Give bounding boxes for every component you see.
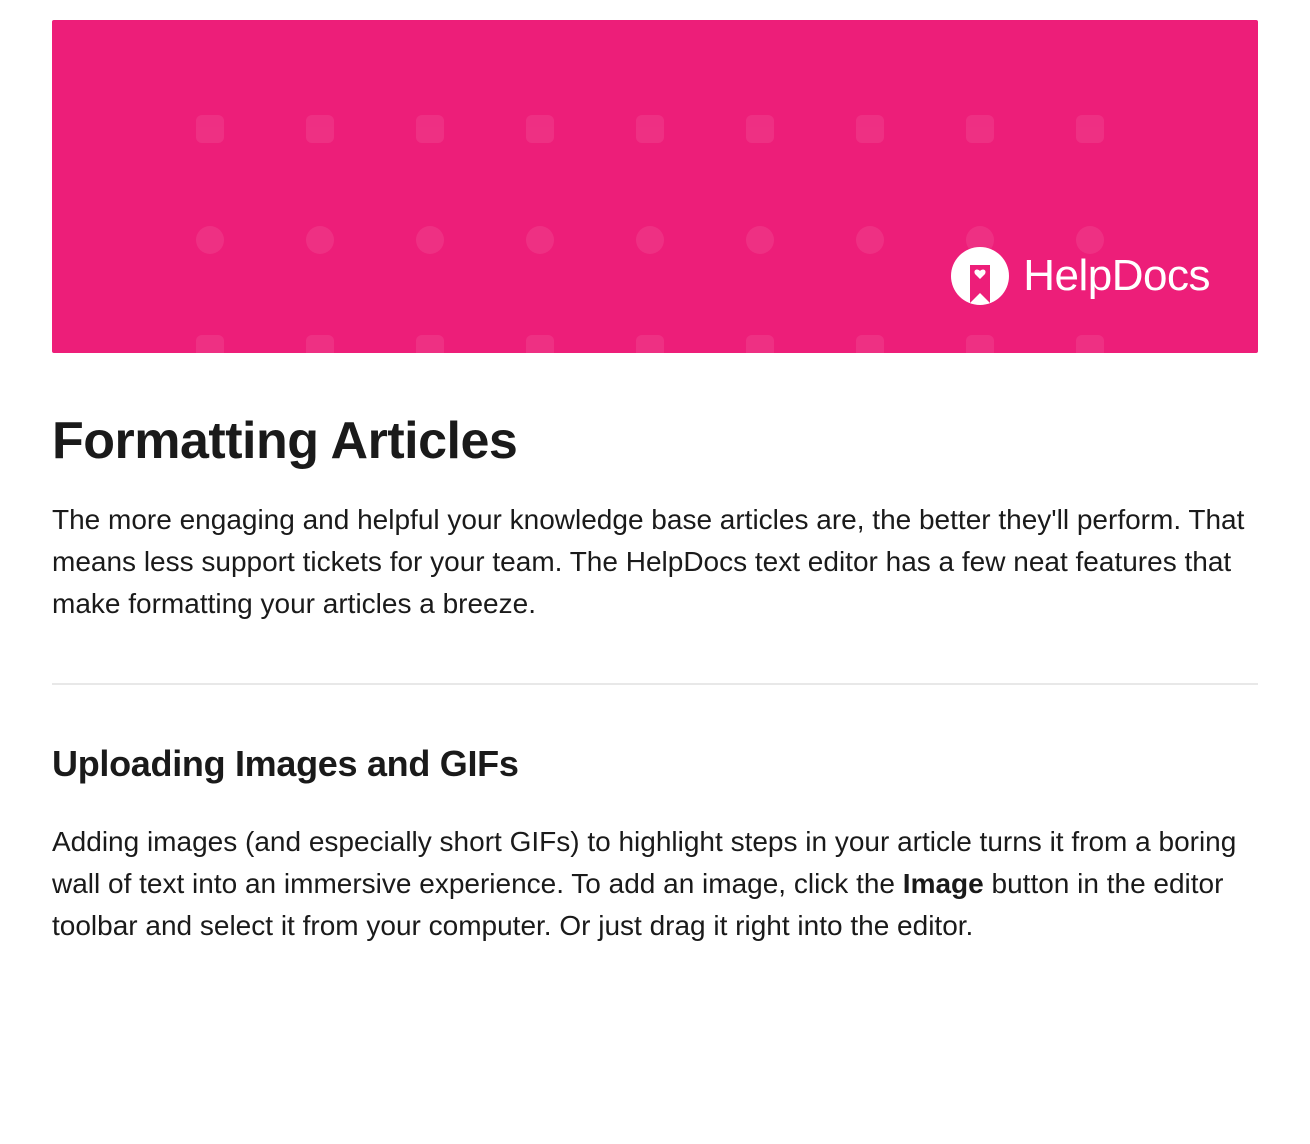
article-container: HelpDocs Formatting Articles The more en… — [0, 0, 1310, 987]
section-divider — [52, 683, 1258, 685]
section-heading-uploading: Uploading Images and GIFs — [52, 743, 1258, 785]
section-body-uploading: Adding images (and especially short GIFs… — [52, 821, 1258, 947]
article-title: Formatting Articles — [52, 411, 1258, 471]
article-intro: The more engaging and helpful your knowl… — [52, 499, 1258, 625]
helpdocs-logo-icon — [951, 247, 1009, 305]
hero-banner: HelpDocs — [52, 20, 1258, 353]
body-text-bold: Image — [903, 868, 984, 899]
brand-logo: HelpDocs — [951, 247, 1210, 305]
brand-name: HelpDocs — [1023, 251, 1210, 301]
